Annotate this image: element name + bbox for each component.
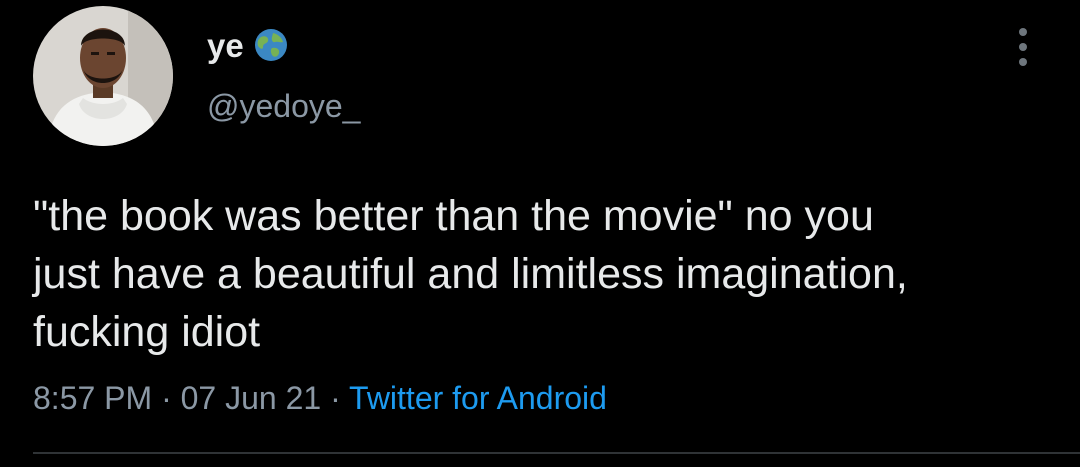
- more-vertical-icon: [1019, 28, 1027, 36]
- meta-separator: ·: [330, 380, 341, 416]
- globe-earth-icon: [255, 29, 287, 61]
- user-avatar[interactable]: [33, 6, 173, 146]
- meta-separator: ·: [161, 380, 172, 416]
- more-options-button[interactable]: [1008, 22, 1038, 72]
- more-vertical-icon: [1019, 58, 1027, 66]
- tweet-date[interactable]: 07 Jun 21: [181, 380, 322, 416]
- user-handle[interactable]: @yedoye_: [207, 86, 360, 126]
- tweet-text: "the book was better than the movie" no …: [33, 192, 908, 356]
- tweet-card: ye @yedoye_ "the book was better than th…: [0, 0, 1080, 467]
- tweet-metadata: 8:57 PM · 07 Jun 21 · Twitter for Androi…: [33, 378, 607, 418]
- divider: [33, 452, 1080, 454]
- tweet-time[interactable]: 8:57 PM: [33, 380, 152, 416]
- avatar-photo-icon: [33, 6, 173, 146]
- more-vertical-icon: [1019, 43, 1027, 51]
- user-display-name[interactable]: ye: [207, 26, 244, 66]
- tweet-source-link[interactable]: Twitter for Android: [349, 380, 607, 416]
